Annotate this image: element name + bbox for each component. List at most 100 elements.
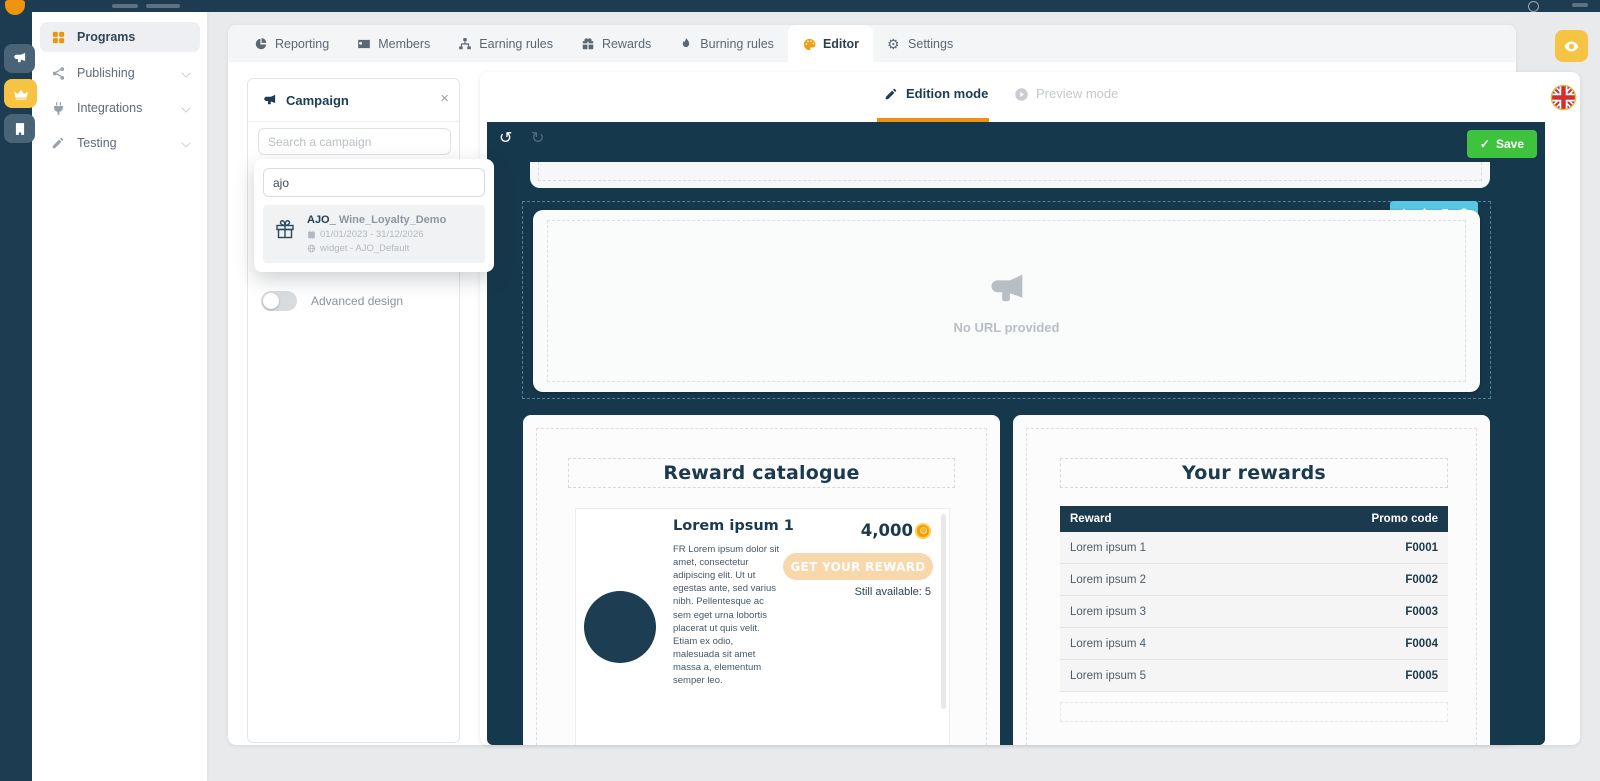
campaign-target: widget - AJO_Default — [320, 243, 410, 254]
reward-availability: Still available: 5 — [854, 586, 931, 598]
loyalty-rail-button[interactable] — [4, 79, 37, 108]
topbar-text-hint — [146, 4, 180, 8]
sidebar-item-programs[interactable]: Programs — [40, 22, 200, 52]
company-rail-button[interactable] — [4, 114, 35, 143]
tab-label: Earning rules — [479, 36, 553, 51]
palette-icon — [802, 37, 816, 51]
save-button[interactable]: ✓ Save — [1466, 130, 1537, 158]
campaign-result-dates: 01/01/2023 - 31/12/2026 — [307, 229, 446, 240]
eye-icon — [1563, 38, 1580, 55]
embed-widget: No URL provided — [533, 210, 1480, 392]
topbar-menu-icon[interactable] — [1572, 3, 1588, 7]
campaign-panel: Campaign × Advanced design AJO_ Wine_Loy… — [247, 78, 494, 743]
tab-label: Members — [378, 36, 431, 51]
quick-preview-button[interactable] — [1555, 30, 1588, 62]
tab-editor[interactable]: Editor — [787, 25, 874, 62]
catalogue-title: Reward catalogue — [663, 462, 860, 484]
save-label: Save — [1495, 137, 1524, 151]
gift-icon — [273, 217, 297, 241]
table-row: Lorem ipsum 3 F0003 — [1060, 596, 1448, 628]
editor-canvas[interactable]: ↺ ↻ ✓ Save No URL provided Reward catalo… — [487, 122, 1545, 745]
chevron-down-icon — [181, 138, 191, 148]
pie-chart-icon — [254, 37, 268, 51]
promo-code-cell: F0001 — [1405, 541, 1438, 554]
rewards-title: Your rewards — [1182, 462, 1326, 484]
reward-image-placeholder — [584, 591, 656, 663]
reward-cell: Lorem ipsum 5 — [1070, 669, 1147, 682]
reward-catalogue-widget[interactable]: Reward catalogue Lorem ipsum 1 FR Lorem … — [523, 415, 1000, 745]
sidebar-item-label: Testing — [77, 136, 117, 150]
your-rewards-widget[interactable]: Your rewards Reward Promo code Lorem ips… — [1013, 415, 1490, 745]
uk-flag-icon[interactable] — [1550, 84, 1577, 111]
table-row: Lorem ipsum 1 F0001 — [1060, 532, 1448, 564]
flame-icon — [679, 37, 693, 51]
megaphone-placeholder-icon — [984, 267, 1030, 313]
check-icon: ✓ — [1479, 137, 1490, 151]
campaign-result-target: widget - AJO_Default — [307, 243, 446, 254]
rewards-table: Reward Promo code Lorem ipsum 1 F0001 Lo… — [1060, 506, 1448, 692]
table-row: Lorem ipsum 4 F0004 — [1060, 628, 1448, 660]
sitemap-icon — [458, 37, 472, 51]
campaign-query-input[interactable] — [263, 168, 485, 197]
redo-button[interactable]: ↻ — [531, 131, 544, 147]
campaign-search-input[interactable] — [258, 128, 451, 155]
campaign-result-item[interactable]: AJO_ Wine_Loyalty_Demo 01/01/2023 - 31/1… — [263, 205, 485, 263]
campaign-search-dropdown: AJO_ Wine_Loyalty_Demo 01/01/2023 - 31/1… — [254, 159, 494, 272]
campaign-result-text: AJO_ Wine_Loyalty_Demo 01/01/2023 - 31/1… — [307, 214, 446, 254]
tab-members[interactable]: Members — [343, 25, 444, 62]
tab-label: Editor — [822, 36, 860, 51]
campaign-name-prefix: AJO_ — [307, 214, 336, 226]
catalogue-scrollbar[interactable] — [941, 514, 946, 709]
sidebar-item-integrations[interactable]: Integrations — [40, 93, 200, 123]
advanced-design-toggle[interactable] — [261, 291, 297, 311]
sidebar-item-publishing[interactable]: Publishing — [40, 58, 200, 88]
sidebar-item-testing[interactable]: Testing — [40, 128, 200, 158]
campaign-date-range: 01/01/2023 - 31/12/2026 — [320, 229, 424, 240]
tab-burning-rules[interactable]: Burning rules — [665, 25, 788, 62]
tab-edition-mode[interactable]: Edition mode — [884, 86, 988, 101]
advanced-design-label: Advanced design — [311, 294, 404, 308]
id-card-icon — [357, 37, 371, 51]
coin-icon — [915, 522, 931, 539]
preview-mode-label: Preview mode — [1036, 86, 1119, 101]
tab-earning-rules[interactable]: Earning rules — [444, 25, 567, 62]
building-icon — [13, 122, 27, 136]
campaign-panel-header: Campaign × — [248, 79, 459, 122]
share-icon — [51, 66, 66, 81]
advanced-design-row: Advanced design — [261, 291, 403, 311]
sidebar-item-label: Publishing — [77, 66, 135, 80]
reward-cell: Lorem ipsum 4 — [1070, 637, 1147, 650]
tab-preview-mode[interactable]: Preview mode — [1014, 86, 1118, 101]
reward-name: Lorem ipsum 1 — [673, 518, 794, 534]
no-url-message: No URL provided — [953, 320, 1060, 335]
tab-label: Reporting — [275, 36, 330, 51]
sidebar-item-label: Programs — [77, 30, 136, 44]
rewards-table-header: Reward Promo code — [1060, 506, 1448, 532]
loyalty-editor-app: Programs Publishing Integrations Testing — [0, 0, 1600, 781]
globe-icon — [307, 244, 316, 253]
toggle-knob — [263, 293, 279, 309]
tab-label: Settings — [908, 36, 954, 51]
close-icon[interactable]: × — [440, 90, 449, 108]
user-avatar-icon[interactable] — [1528, 1, 1539, 12]
rewards-title-box: Your rewards — [1060, 458, 1448, 488]
reward-price: 4,000 — [861, 521, 931, 540]
crown-icon — [13, 86, 29, 102]
tab-label: Burning rules — [700, 36, 774, 51]
block-dashed-outline — [538, 162, 1482, 181]
campaigns-rail-button[interactable] — [4, 44, 35, 73]
topbar-text-hint — [112, 4, 138, 8]
widget-block-partial[interactable] — [530, 162, 1490, 188]
widget-block-selected[interactable]: No URL provided — [522, 201, 1491, 399]
tab-reporting[interactable]: Reporting — [240, 25, 343, 62]
get-reward-button[interactable]: GET YOUR REWARD — [783, 553, 933, 580]
reward-cell: Lorem ipsum 2 — [1070, 573, 1147, 586]
undo-button[interactable]: ↺ — [499, 131, 512, 147]
reward-description: FR Lorem ipsum dolor sit amet, consectet… — [673, 544, 780, 687]
tab-rewards[interactable]: Rewards — [567, 25, 665, 62]
reward-card: Lorem ipsum 1 FR Lorem ipsum dolor sit a… — [575, 508, 950, 745]
edition-mode-label: Edition mode — [906, 86, 989, 101]
embed-dashed-area: No URL provided — [547, 220, 1466, 382]
tab-settings[interactable]: ⚙ Settings — [873, 25, 967, 62]
promo-code-cell: F0003 — [1405, 605, 1438, 618]
